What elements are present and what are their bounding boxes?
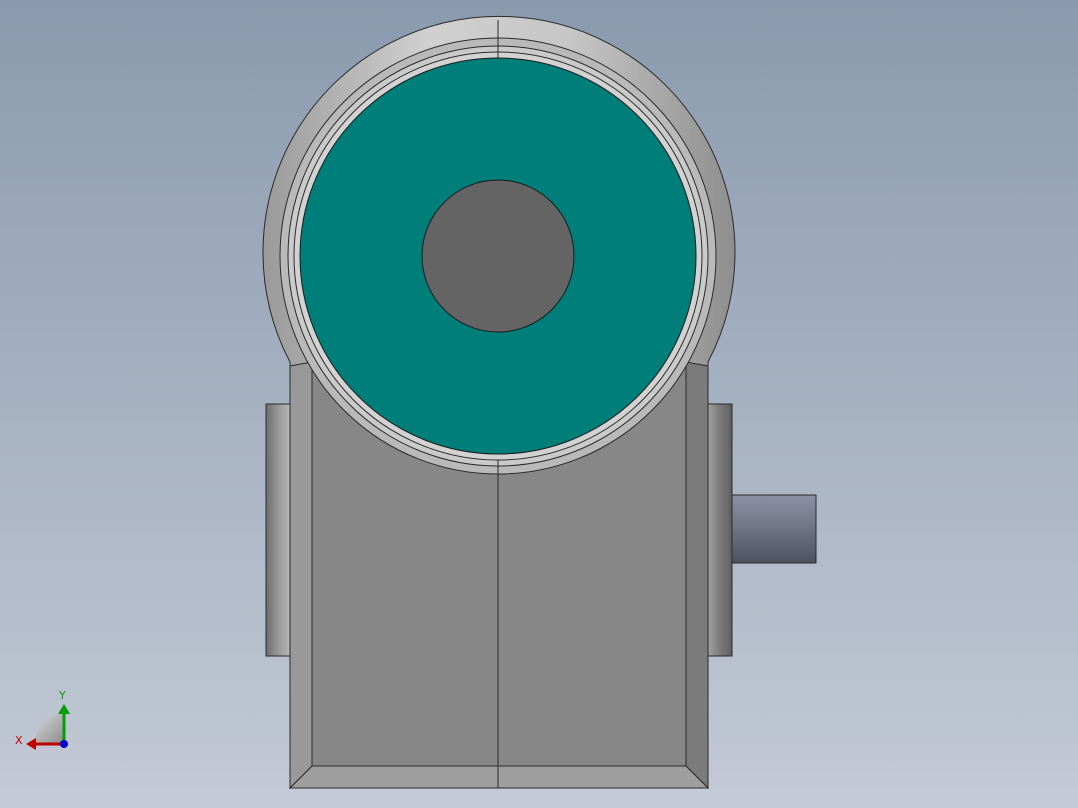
- housing-right-bevel: [685, 361, 709, 790]
- triad-y-arrow-icon: [58, 704, 70, 714]
- triad-x-arrow-icon: [26, 738, 36, 750]
- triad-y-label: Y: [58, 689, 66, 702]
- right-flange: [705, 403, 733, 657]
- cad-viewport[interactable]: X Y: [0, 0, 1078, 808]
- triad-quarter-disc-icon: [34, 714, 64, 744]
- output-shaft: [731, 494, 817, 564]
- coordinate-triad[interactable]: X Y: [15, 689, 70, 750]
- triad-x-label: X: [15, 734, 23, 747]
- housing-bottom-bevel: [288, 765, 710, 789]
- bore-hole[interactable]: [421, 179, 575, 333]
- triad-z-axis-icon: [60, 740, 68, 748]
- housing-left-bevel: [289, 361, 313, 790]
- left-flange: [265, 403, 293, 657]
